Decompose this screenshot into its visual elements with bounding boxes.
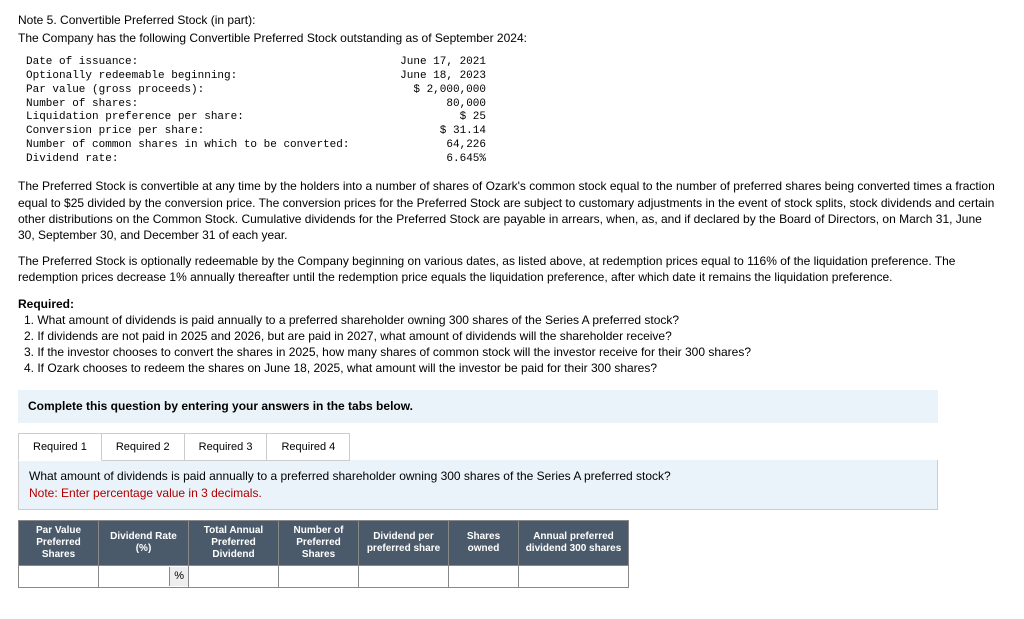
input-total-annual[interactable] bbox=[189, 566, 278, 587]
required-block: Required: 1. What amount of dividends is… bbox=[18, 296, 998, 377]
row-value: $ 25 bbox=[366, 111, 486, 125]
tab-required-3[interactable]: Required 3 bbox=[184, 433, 268, 462]
row-label: Dividend rate: bbox=[26, 153, 366, 167]
question-box: What amount of dividends is paid annuall… bbox=[18, 460, 938, 509]
answer-table: Par Value Preferred Shares Dividend Rate… bbox=[18, 520, 629, 588]
question-note: Note: Enter percentage value in 3 decima… bbox=[29, 485, 927, 501]
note-subtitle: The Company has the following Convertibl… bbox=[18, 30, 1006, 46]
th-num-preferred: Number of Preferred Shares bbox=[279, 520, 359, 565]
tab-row: Required 1 Required 2 Required 3 Require… bbox=[18, 433, 938, 462]
row-label: Number of common shares in which to be c… bbox=[26, 139, 366, 153]
required-item: 2. If dividends are not paid in 2025 and… bbox=[18, 328, 998, 344]
row-label: Optionally redeemable beginning: bbox=[26, 70, 366, 84]
th-annual-div-300: Annual preferred dividend 300 shares bbox=[519, 520, 629, 565]
row-label: Date of issuance: bbox=[26, 56, 366, 70]
tab-required-2[interactable]: Required 2 bbox=[101, 433, 185, 462]
row-label: Liquidation preference per share: bbox=[26, 111, 366, 125]
row-label: Number of shares: bbox=[26, 98, 366, 112]
paragraph-1: The Preferred Stock is convertible at an… bbox=[18, 178, 998, 243]
input-dividend-rate[interactable] bbox=[99, 568, 169, 584]
tab-required-4[interactable]: Required 4 bbox=[266, 433, 350, 462]
th-dividend-rate: Dividend Rate (%) bbox=[99, 520, 189, 565]
th-par-value: Par Value Preferred Shares bbox=[19, 520, 99, 565]
input-par-value[interactable] bbox=[19, 566, 98, 587]
row-label: Conversion price per share: bbox=[26, 125, 366, 139]
row-value: June 17, 2021 bbox=[366, 56, 486, 70]
required-item: 4. If Ozark chooses to redeem the shares… bbox=[18, 360, 998, 376]
row-value: June 18, 2023 bbox=[366, 70, 486, 84]
note-title: Note 5. Convertible Preferred Stock (in … bbox=[18, 12, 1006, 28]
row-value: 64,226 bbox=[366, 139, 486, 153]
row-value: 80,000 bbox=[366, 98, 486, 112]
input-div-per-share[interactable] bbox=[359, 566, 448, 587]
instruction-box: Complete this question by entering your … bbox=[18, 390, 938, 422]
input-num-preferred[interactable] bbox=[279, 566, 358, 587]
stock-data-block: Date of issuance:June 17, 2021 Optionall… bbox=[26, 56, 1006, 166]
row-value: $ 31.14 bbox=[366, 125, 486, 139]
percent-symbol: % bbox=[169, 567, 188, 586]
paragraph-2: The Preferred Stock is optionally redeem… bbox=[18, 253, 998, 285]
row-label: Par value (gross proceeds): bbox=[26, 84, 366, 98]
row-value: 6.645% bbox=[366, 153, 486, 167]
required-heading: Required: bbox=[18, 297, 74, 311]
tab-required-1[interactable]: Required 1 bbox=[18, 433, 102, 462]
row-value: $ 2,000,000 bbox=[366, 84, 486, 98]
required-item: 3. If the investor chooses to convert th… bbox=[18, 344, 998, 360]
th-total-annual: Total Annual Preferred Dividend bbox=[189, 520, 279, 565]
input-annual-div-300[interactable] bbox=[519, 566, 628, 587]
th-shares-owned: Shares owned bbox=[449, 520, 519, 565]
question-text: What amount of dividends is paid annuall… bbox=[29, 468, 927, 484]
input-shares-owned[interactable] bbox=[449, 566, 518, 587]
required-item: 1. What amount of dividends is paid annu… bbox=[18, 312, 998, 328]
th-div-per-share: Dividend per preferred share bbox=[359, 520, 449, 565]
